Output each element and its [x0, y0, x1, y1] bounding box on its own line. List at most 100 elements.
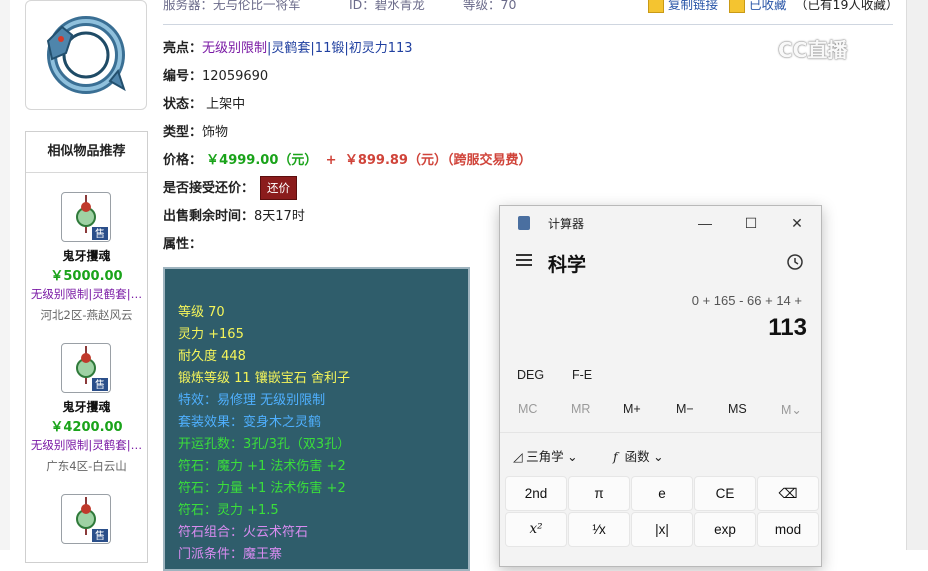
attributes-heading: 属性： — [163, 233, 202, 252]
attribute-line: 锻炼等级 11 镶嵌宝石 舍利子 — [178, 371, 350, 386]
calculator-mode-title: 科学 — [548, 255, 587, 276]
serial-value: 12059690 — [202, 69, 269, 84]
haggle-button[interactable]: 还价 — [260, 176, 298, 200]
price-row: 价格： ￥4999.00（元） + ￥899.89（元）（跨服交易费） — [163, 149, 531, 168]
item-icon[interactable]: 售 — [61, 343, 111, 393]
similar-item-name[interactable]: 鬼牙攫魂 — [26, 398, 147, 415]
similar-item-name[interactable]: 鬼牙攫魂 — [26, 247, 147, 264]
haggle-row: 是否接受还价： 还价 — [163, 176, 298, 200]
trigonometry-label: 三角学 — [526, 450, 564, 464]
favorite-count: （已有19人收藏） — [795, 0, 899, 12]
attribute-line: 等级 70 — [178, 305, 225, 320]
time-left-row: 出售剩余时间：8天17时 — [163, 205, 305, 224]
status-value: 上架中 — [206, 97, 246, 112]
item-icon[interactable]: 售 — [61, 494, 111, 544]
sale-badge: 售 — [95, 529, 105, 542]
minimize-icon[interactable]: — — [690, 212, 720, 234]
similar-items-panel: 相似物品推荐 售 鬼牙攫魂 ￥5000.00 无级别限制|灵鹤套|… 河北2区-… — [25, 131, 148, 563]
time-left-label: 出售剩余时间： — [163, 209, 255, 224]
page-scroll-gutter[interactable] — [906, 0, 928, 550]
functions-dropdown[interactable]: f 函数 ⌄ — [613, 446, 664, 465]
highlight-tag[interactable]: |灵鹤套 — [267, 41, 310, 56]
similar-item-server: 河北2区-燕赵风云 — [40, 308, 133, 322]
e-key[interactable]: e — [631, 476, 693, 511]
similar-item-tags: 无级别限制|灵鹤套|… — [30, 287, 143, 301]
attribute-line: 符石：灵力 +1.5 — [178, 503, 279, 518]
function-icon: f — [613, 449, 618, 464]
type-row: 类型：饰物 — [163, 121, 228, 140]
haggle-label: 是否接受还价： — [163, 181, 255, 196]
second-function-key[interactable]: 2nd — [505, 476, 567, 511]
price-plus: + — [325, 153, 337, 168]
reciprocal-key[interactable]: ¹⁄x — [568, 512, 630, 547]
close-icon[interactable]: ✕ — [782, 212, 812, 234]
calculator-result: 113 — [768, 314, 807, 341]
sale-badge: 售 — [95, 227, 105, 240]
price-label: 价格： — [163, 153, 203, 168]
attribute-line: 符石：力量 +1 法术伤害 +2 — [178, 481, 346, 496]
copy-link-button[interactable]: 复制链接 — [648, 0, 718, 13]
calculator-window: 计算器 — ☐ ✕ 科学 0 + 165 - 66 + 14 + 113 DEG… — [499, 205, 822, 567]
highlight-tag[interactable]: |初灵力113 — [344, 41, 412, 56]
calculator-expression: 0 + 165 - 66 + 14 + — [691, 293, 802, 308]
memory-recall-button[interactable]: MR — [571, 402, 590, 416]
trigonometry-dropdown[interactable]: ◿ 三角学 ⌄ — [513, 446, 578, 465]
memory-clear-button[interactable]: MC — [518, 402, 537, 416]
type-value: 饰物 — [202, 125, 229, 140]
history-icon[interactable] — [786, 253, 804, 271]
functions-label: 函数 — [624, 450, 650, 464]
memory-store-button[interactable]: MS — [728, 402, 747, 416]
chevron-down-icon: ⌄ — [653, 450, 664, 464]
triangle-icon: ◿ — [513, 450, 523, 464]
memory-subtract-button[interactable]: M− — [676, 402, 694, 416]
attribute-line: 耐久度 448 — [178, 349, 246, 364]
memory-list-button[interactable]: M⌄ — [781, 402, 802, 417]
highlight-tag[interactable]: |11锻 — [310, 41, 344, 56]
highlight-tag[interactable]: 无级别限制 — [202, 41, 267, 56]
left-margin — [0, 0, 10, 550]
serial-row: 编号：12059690 — [163, 65, 268, 84]
clear-entry-key[interactable]: CE — [694, 476, 756, 511]
angle-mode-button[interactable]: DEG — [517, 368, 544, 382]
similar-item-server: 广东4区-白云山 — [46, 459, 127, 473]
maximize-icon[interactable]: ☐ — [736, 212, 766, 234]
type-label: 类型： — [163, 125, 203, 140]
memory-add-button[interactable]: M+ — [623, 402, 641, 416]
favorite-button[interactable]: 已收藏 — [729, 0, 787, 13]
seller-id: ID：碧水青龙 — [349, 0, 425, 12]
calculator-app-icon — [518, 216, 530, 230]
attribute-line: 符石组合：火云术符石 — [178, 525, 309, 540]
highlights-row: 亮点：无级别限制|灵鹤套|11锻|初灵力113 — [163, 37, 413, 56]
attribute-line: 开运孔数：3孔/3孔（双3孔） — [178, 437, 351, 452]
backspace-key[interactable]: ⌫ — [757, 476, 819, 511]
price-value: ￥4999.00（元） — [206, 153, 318, 168]
fe-button[interactable]: F-E — [572, 368, 592, 382]
stream-watermark: CC直播 — [778, 38, 848, 62]
attribute-line: 套装效果：变身木之灵鹤 — [178, 415, 322, 430]
item-icon[interactable]: 售 — [61, 192, 111, 242]
server-name: 服务器：无与伦比一将军 — [163, 0, 301, 12]
functions-divider — [500, 432, 821, 433]
pi-key[interactable]: π — [568, 476, 630, 511]
copy-link-icon — [648, 0, 664, 13]
mod-key[interactable]: mod — [757, 512, 819, 547]
amulet-icon: 售 — [76, 346, 108, 391]
item-image — [25, 0, 147, 110]
serial-label: 编号： — [163, 69, 203, 84]
absolute-value-key[interactable]: |x| — [631, 512, 693, 547]
amulet-icon: 售 — [76, 497, 108, 542]
cross-server-fee: ￥899.89（元）（跨服交易费） — [344, 153, 532, 168]
square-key[interactable]: x² — [505, 512, 567, 547]
similar-item-tags: 无级别限制|灵鹤套|… — [30, 438, 143, 452]
exp-key[interactable]: exp — [694, 512, 756, 547]
attribute-line: 符石：魔力 +1 法术伤害 +2 — [178, 459, 346, 474]
calculator-titlebar[interactable]: 计算器 — ☐ ✕ — [500, 206, 821, 240]
time-left-value: 8天17时 — [254, 209, 305, 224]
sale-badge: 售 — [95, 378, 105, 391]
menu-icon[interactable] — [516, 254, 532, 266]
attributes-label: 属性： — [163, 237, 203, 252]
status-label: 状态： — [163, 97, 203, 112]
amulet-icon: 售 — [76, 195, 108, 240]
header-divider — [163, 24, 893, 25]
similar-item-price: ￥5000.00 — [50, 269, 123, 284]
